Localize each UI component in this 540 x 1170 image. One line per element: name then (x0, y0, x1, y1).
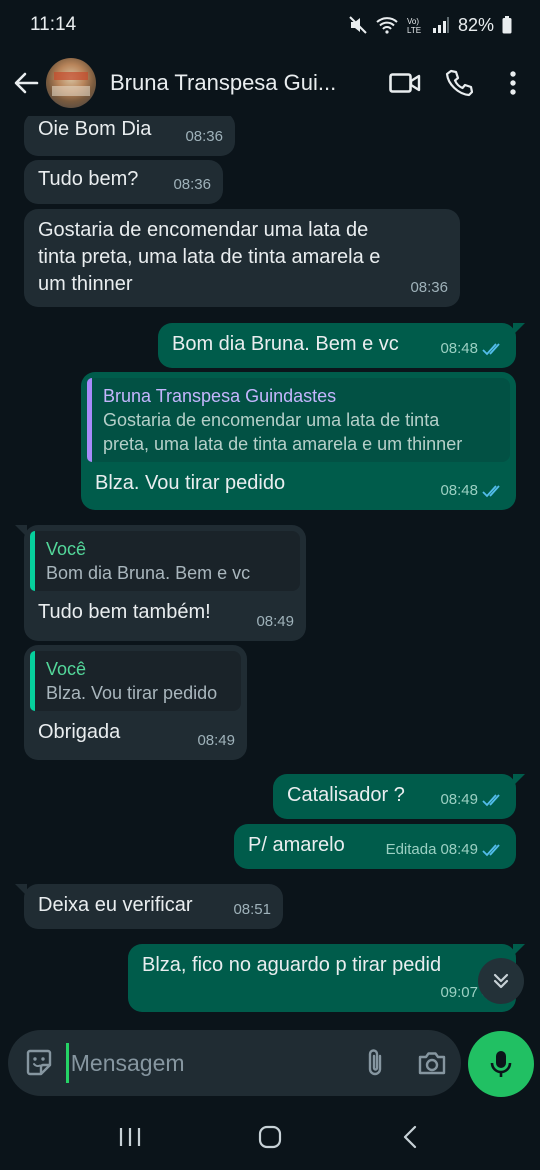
signal-icon (432, 17, 450, 33)
message-outgoing-reply[interactable]: Bruna Transpesa Guindastes Gostaria de e… (81, 372, 516, 510)
chat-header: Bruna Transpesa Gui... (0, 50, 540, 116)
double-chevron-down-icon (493, 973, 509, 989)
message-input[interactable] (65, 1043, 336, 1083)
message-text-line: um thinner (38, 273, 133, 295)
read-ticks-icon (482, 342, 500, 355)
more-options-icon[interactable] (486, 58, 540, 108)
message-incoming[interactable]: Deixa eu verificar 08:51 (15, 884, 283, 929)
paperclip-icon[interactable] (346, 1048, 404, 1078)
status-bar: 11:14 Vo) LTE 82% (0, 0, 540, 50)
quote-text-line: Gostaria de encomendar uma lata de tinta (103, 410, 440, 430)
message-time: 08:36 (173, 176, 211, 193)
message-incoming[interactable]: Oie Bom Dia 08:36 (24, 116, 235, 156)
message-time: 09:07 (440, 984, 478, 1001)
message-text: P/ amarelo (248, 834, 345, 856)
quoted-message[interactable]: Bruna Transpesa Guindastes Gostaria de e… (87, 378, 510, 462)
camera-icon[interactable] (403, 1050, 461, 1076)
message-incoming-reply[interactable]: Você Bom dia Bruna. Bem e vc Tudo bem ta… (15, 525, 306, 641)
scroll-down-button[interactable] (478, 958, 524, 1004)
quote-text-line: preta, uma lata de tinta amarela e um th… (103, 434, 463, 454)
message-text: Tudo bem? (38, 168, 139, 190)
message-text: Blza, fico no aguardo p tirar pedid (142, 954, 442, 976)
svg-text:LTE: LTE (407, 26, 421, 35)
edited-label: Editada (385, 841, 437, 858)
chat-messages: Oie Bom Dia 08:36 Tudo bem? 08:36 Gostar… (0, 116, 540, 1030)
microphone-button[interactable] (468, 1031, 534, 1097)
message-outgoing[interactable]: Bom dia Bruna. Bem e vc 08:48 (158, 323, 525, 368)
system-navigation-bar (0, 1104, 540, 1170)
quote-author: Você (46, 539, 87, 559)
contact-name[interactable]: Bruna Transpesa Gui... (110, 70, 355, 96)
battery-text: 82% (457, 14, 494, 35)
back-nav-icon[interactable] (380, 1112, 440, 1162)
home-icon[interactable] (240, 1112, 300, 1162)
message-incoming-reply[interactable]: Você Blza. Vou tirar pedido Obrigada 08:… (24, 645, 247, 760)
sticker-emoji-icon[interactable] (12, 1048, 66, 1078)
message-text-line: tinta preta, uma lata de tinta amarela e (38, 246, 381, 268)
quoted-message[interactable]: Você Bom dia Bruna. Bem e vc (30, 531, 300, 591)
read-ticks-icon (482, 484, 500, 497)
mute-icon (348, 15, 368, 35)
message-outgoing[interactable]: Blza, fico no aguardo p tirar pedid 09:0… (128, 944, 525, 1012)
message-time: 08:36 (410, 279, 448, 296)
message-time: 08:51 (233, 901, 271, 918)
message-outgoing[interactable]: P/ amarelo Editada 08:49 (234, 824, 516, 869)
message-time: 08:49 (197, 732, 235, 749)
message-time: 08:36 (185, 128, 223, 145)
avatar[interactable] (46, 58, 96, 108)
message-text: Catalisador ? (287, 784, 405, 806)
message-text: Bom dia Bruna. Bem e vc (172, 333, 399, 355)
wifi-icon (376, 16, 398, 34)
quote-author: Você (46, 659, 87, 679)
quote-author: Bruna Transpesa Guindastes (103, 386, 337, 406)
message-time: 08:48 (440, 482, 478, 499)
message-time: 08:49 (440, 791, 478, 808)
back-arrow-icon[interactable] (6, 63, 46, 103)
quote-text: Bom dia Bruna. Bem e vc (46, 563, 251, 583)
message-incoming[interactable]: Tudo bem? 08:36 (24, 160, 223, 204)
microphone-icon (490, 1051, 512, 1077)
recent-apps-icon[interactable] (100, 1112, 160, 1162)
quote-text: Blza. Vou tirar pedido (46, 683, 218, 703)
video-call-icon[interactable] (378, 58, 432, 108)
read-ticks-icon (482, 793, 500, 806)
message-incoming[interactable]: Gostaria de encomendar uma lata de tinta… (24, 209, 460, 307)
message-time: 08:49 (440, 841, 478, 858)
read-ticks-icon (482, 843, 500, 856)
message-composer (8, 1030, 461, 1096)
message-outgoing[interactable]: Catalisador ? 08:49 (273, 774, 525, 819)
phone-call-icon[interactable] (432, 58, 486, 108)
svg-text:Vo): Vo) (407, 17, 419, 26)
status-icons: Vo) LTE 82% (348, 15, 512, 36)
message-time: 08:49 (256, 613, 294, 630)
message-text: Deixa eu verificar (38, 894, 193, 916)
message-time: 08:48 (440, 340, 478, 357)
message-text-line: Gostaria de encomendar uma lata de (38, 219, 369, 241)
volte-icon: Vo) LTE (406, 15, 424, 35)
quoted-message[interactable]: Você Blza. Vou tirar pedido (30, 651, 241, 711)
status-time: 11:14 (30, 14, 77, 35)
battery-icon (502, 16, 512, 34)
message-text: Oie Bom Dia (38, 118, 152, 140)
